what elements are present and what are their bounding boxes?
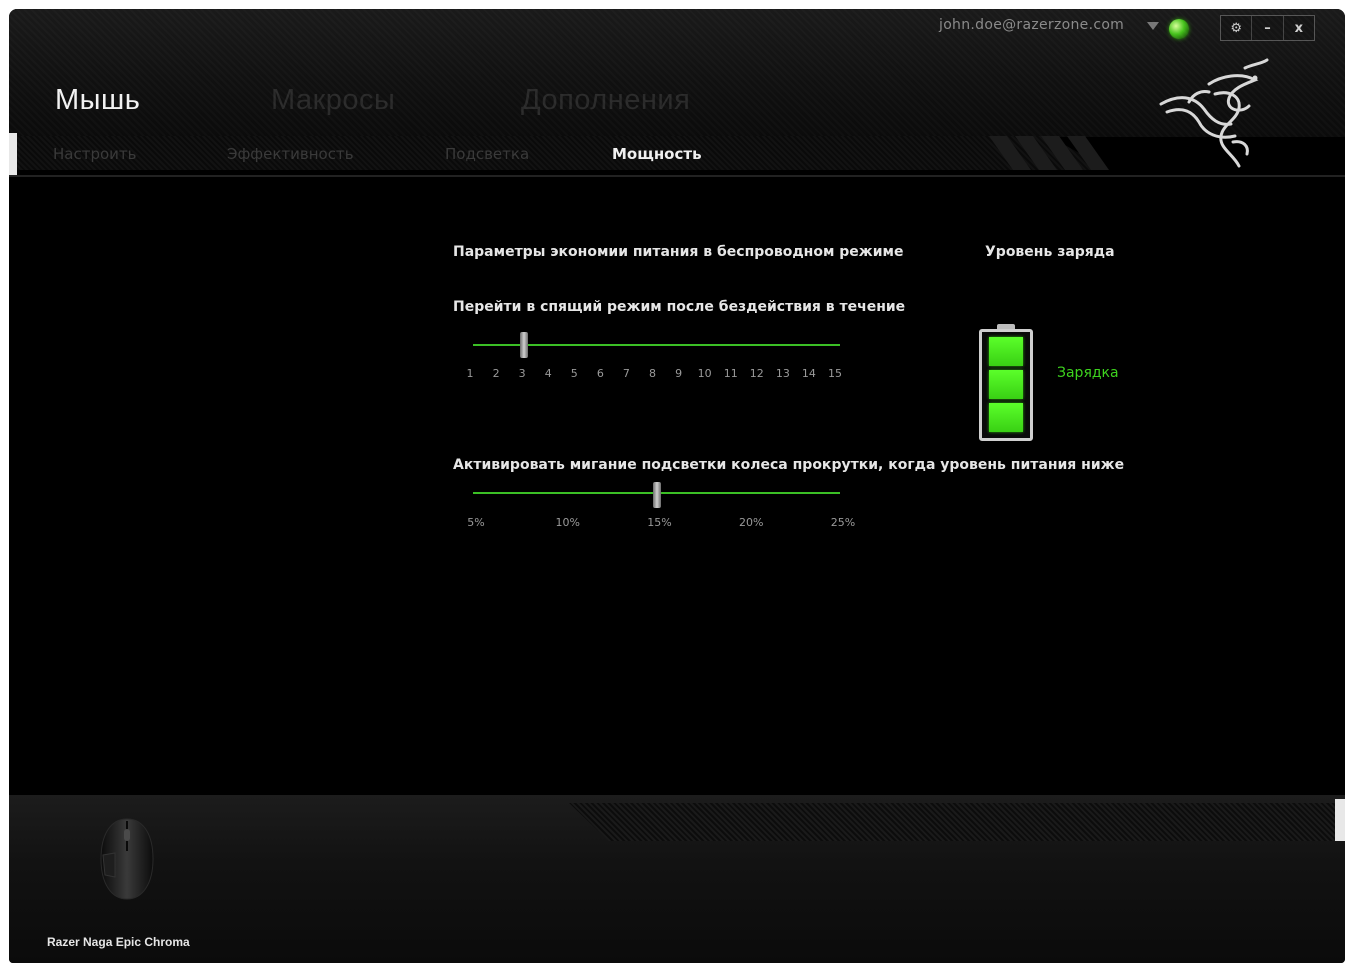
slider-tick-label: 4 xyxy=(544,367,552,380)
device-name[interactable]: Razer Naga Epic Chroma xyxy=(47,935,190,949)
slider-tick-label: 12 xyxy=(749,367,764,380)
slider-tick-label: 3 xyxy=(518,367,526,380)
slider-tick-label: 13 xyxy=(775,367,790,380)
slider-tick-label: 15% xyxy=(647,516,672,529)
slider-tick-label: 5% xyxy=(467,516,485,529)
close-button[interactable]: x xyxy=(1284,16,1314,40)
slider-tick-label: 8 xyxy=(649,367,656,380)
minimize-button[interactable]: – xyxy=(1252,16,1284,40)
account-dropdown-icon[interactable] xyxy=(1147,22,1159,30)
slider-tick-label: 15 xyxy=(828,367,842,380)
power-saving-title: Параметры экономии питания в беспроводно… xyxy=(453,244,904,260)
header-divider xyxy=(9,175,1345,177)
razer-snake-logo-icon xyxy=(1159,58,1269,168)
slider-tick-label: 14 xyxy=(801,367,816,380)
decorative-stripes xyxy=(989,136,1109,170)
battery-level-title: Уровень заряда xyxy=(985,244,1115,260)
synapse-window: john.doe@razerzone.com ⚙ – x Мышь Макрос… xyxy=(9,9,1345,963)
subtab-power[interactable]: Мощность xyxy=(612,145,702,163)
slider-tick-label: 10 xyxy=(697,367,712,380)
slider-tick-label: 25% xyxy=(830,516,856,529)
slider-tick-label: 5 xyxy=(570,367,578,380)
slider-tick-label: 6 xyxy=(596,367,604,380)
tab-macros[interactable]: Макросы xyxy=(271,84,395,117)
battery-cell xyxy=(989,337,1023,366)
slider-tick-label: 1 xyxy=(466,367,474,380)
left-edge-tab xyxy=(9,133,17,175)
slider-tick-label: 2 xyxy=(492,367,500,380)
mouse-device-icon[interactable] xyxy=(97,815,157,903)
low-power-slider-thumb[interactable] xyxy=(653,482,661,508)
subtab-lighting[interactable]: Подсветка xyxy=(445,145,529,163)
low-power-label: Активировать мигание подсветки колеса пр… xyxy=(453,457,1125,473)
battery-indicator xyxy=(979,324,1033,441)
slider-tick-label: 11 xyxy=(723,367,738,380)
sleep-slider-track[interactable] xyxy=(473,344,840,346)
subtab-customize[interactable]: Настроить xyxy=(53,145,136,163)
tab-mouse[interactable]: Мышь xyxy=(55,84,140,117)
sleep-slider-thumb[interactable] xyxy=(520,332,528,358)
settings-button[interactable]: ⚙ xyxy=(1221,16,1253,40)
battery-cell xyxy=(989,403,1023,432)
subtab-performance[interactable]: Эффективность xyxy=(227,145,354,163)
slider-tick-label: 20% xyxy=(739,516,764,529)
battery-status: Зарядка xyxy=(1057,365,1119,381)
device-footer: Razer Naga Epic Chroma xyxy=(9,795,1345,963)
header-bar: john.doe@razerzone.com ⚙ – x Мышь Макрос… xyxy=(9,9,1345,137)
slider-tick-label: 9 xyxy=(675,367,683,380)
online-status-icon[interactable] xyxy=(1169,19,1189,39)
user-email[interactable]: john.doe@razerzone.com xyxy=(939,17,1124,33)
slider-tick-label: 10% xyxy=(555,516,580,529)
battery-cell xyxy=(989,370,1023,399)
right-edge-tab xyxy=(1335,799,1345,841)
slider-tick-label: 7 xyxy=(622,367,630,380)
battery-body xyxy=(979,329,1033,441)
tab-extras[interactable]: Дополнения xyxy=(521,84,690,117)
sleep-mode-label: Перейти в спящий режим после бездействия… xyxy=(453,299,906,315)
sub-tab-bar: Настроить Эффективность Подсветка Мощнос… xyxy=(9,136,1345,180)
window-controls: ⚙ – x xyxy=(1220,15,1315,41)
